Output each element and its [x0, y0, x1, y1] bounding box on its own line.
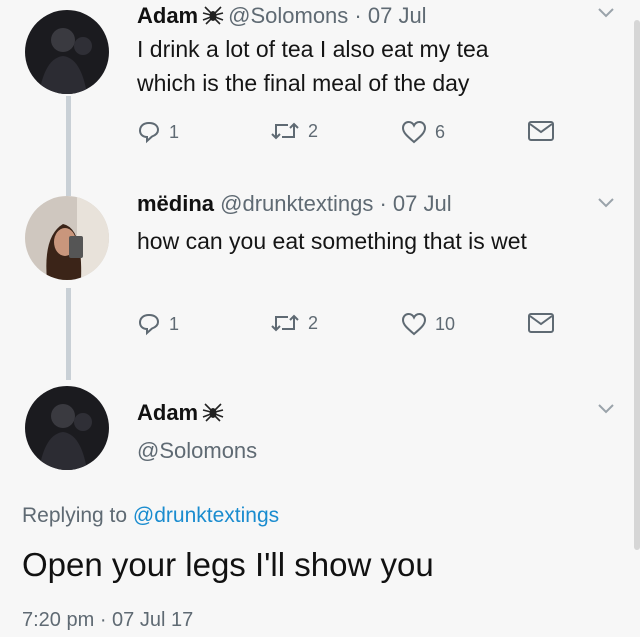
reply-count: 1	[169, 313, 180, 334]
avatar[interactable]	[25, 10, 109, 94]
like-icon	[401, 312, 427, 336]
retweet-count: 2	[308, 120, 319, 141]
chevron-down-icon[interactable]	[598, 8, 614, 18]
replying-to: Replying to @drunktextings	[22, 504, 279, 528]
tweet-header: Adam	[137, 400, 228, 428]
like-button[interactable]: 6	[401, 120, 445, 144]
reply-count: 1	[169, 121, 180, 142]
scrollbar[interactable]	[634, 20, 640, 550]
display-name[interactable]: mëdina	[137, 191, 214, 216]
chevron-down-icon[interactable]	[598, 198, 614, 208]
tweet-actions: 1 2 10	[137, 312, 577, 342]
message-icon	[528, 121, 554, 141]
tweet-header: Adam @Solomons · 07 Jul	[137, 3, 427, 31]
like-icon	[401, 120, 427, 144]
tweet-actions: 1 2 6	[137, 120, 577, 150]
spider-emoji-icon	[202, 5, 224, 31]
tweet-date: · 07 Jul	[354, 3, 427, 28]
main-tweet-text: Open your legs I'll show you	[22, 546, 434, 583]
avatar[interactable]	[25, 386, 109, 470]
tweet-text-line: which is the final meal of the day	[137, 70, 470, 96]
like-count: 10	[435, 313, 456, 334]
replying-prefix: Replying to	[22, 504, 133, 527]
avatar[interactable]	[25, 196, 109, 280]
reply-icon	[138, 121, 160, 144]
chevron-down-icon[interactable]	[598, 404, 614, 414]
spider-emoji-icon	[202, 402, 224, 428]
thread-connector	[66, 96, 71, 196]
thread-connector	[66, 288, 71, 380]
handle[interactable]: @Solomons	[228, 3, 348, 28]
replying-handle-link[interactable]: @drunktextings	[133, 504, 279, 527]
retweet-count: 2	[308, 312, 319, 333]
retweet-icon	[271, 122, 299, 140]
like-button[interactable]: 10	[401, 312, 455, 336]
retweet-icon	[271, 314, 299, 332]
retweet-button[interactable]: 2	[270, 312, 318, 334]
display-name[interactable]: Adam	[137, 400, 198, 425]
reply-button[interactable]: 1	[137, 120, 179, 144]
message-button[interactable]	[527, 120, 563, 142]
reply-button[interactable]: 1	[137, 312, 179, 336]
handle[interactable]: @Solomons	[137, 438, 257, 464]
display-name[interactable]: Adam	[137, 3, 198, 28]
retweet-button[interactable]: 2	[270, 120, 318, 142]
handle[interactable]: @drunktextings	[220, 191, 373, 216]
like-count: 6	[435, 121, 446, 142]
tweet-timestamp: 7:20 pm · 07 Jul 17	[22, 609, 194, 631]
tweet-text-line: how can you eat something that is wet	[137, 228, 527, 254]
reply-icon	[138, 313, 160, 336]
tweet-date: · 07 Jul	[379, 191, 452, 216]
tweet-text-line: I drink a lot of tea I also eat my tea	[137, 36, 489, 62]
message-icon	[528, 313, 554, 333]
message-button[interactable]	[527, 312, 563, 334]
tweet-header: mëdina @drunktextings · 07 Jul	[137, 191, 452, 217]
